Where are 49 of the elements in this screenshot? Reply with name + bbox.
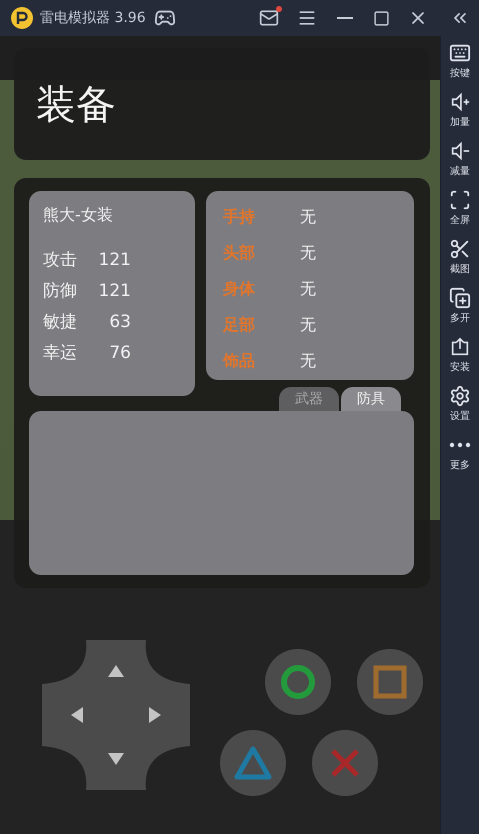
stat-label: 攻击 xyxy=(43,249,78,271)
copy-plus-icon xyxy=(449,287,471,309)
stat-value: 121 xyxy=(98,280,131,300)
sidebar-button[interactable]: 安装 xyxy=(441,336,479,374)
circle-icon xyxy=(279,663,317,701)
sidebar-button[interactable]: 按键 xyxy=(441,42,479,80)
slot-label: 身体 xyxy=(223,279,256,300)
slot-label: 饰品 xyxy=(223,351,256,372)
sidebar-button[interactable]: 更多 xyxy=(441,434,479,472)
scissors-icon xyxy=(449,238,471,260)
stat-label: 敏捷 xyxy=(43,311,78,333)
triangle-icon xyxy=(233,745,273,781)
slot-label: 足部 xyxy=(223,315,256,336)
sidebar-button[interactable]: 多开 xyxy=(441,287,479,325)
character-name: 熊大-女装 xyxy=(43,205,113,226)
sidebar-button[interactable]: 设置 xyxy=(441,385,479,423)
settings-icon xyxy=(449,385,471,407)
slot-label: 手持 xyxy=(223,206,256,228)
more-icon xyxy=(449,442,471,448)
stat-value: 76 xyxy=(108,342,131,362)
app-logo-icon xyxy=(10,6,34,30)
keyboard-icon xyxy=(449,42,471,64)
mail-icon xyxy=(259,8,279,28)
screen-title: 装备 xyxy=(36,80,116,130)
slot-value: 无 xyxy=(300,315,316,336)
slot-value: 无 xyxy=(300,279,316,300)
sidebar-button[interactable]: 截图 xyxy=(441,238,479,276)
mail-button[interactable] xyxy=(259,8,279,28)
stat-label: 防御 xyxy=(43,280,78,302)
minimize-icon xyxy=(337,16,353,20)
square-icon xyxy=(373,665,407,699)
volume-down-icon xyxy=(449,140,471,162)
minimize-button[interactable] xyxy=(335,16,355,20)
stat-label: 幸运 xyxy=(43,342,78,364)
slot-value: 无 xyxy=(300,351,316,372)
stat-value: 121 xyxy=(98,250,131,270)
sidebar-button[interactable]: 全屏 xyxy=(441,189,479,227)
slot-label: 头部 xyxy=(223,242,256,264)
slot-value: 无 xyxy=(300,242,316,264)
maximize-icon xyxy=(373,10,390,26)
fullscreen-icon xyxy=(449,189,471,211)
sidebar-button[interactable]: 减量 xyxy=(441,140,479,178)
sidebar-button[interactable]: 加量 xyxy=(441,91,479,129)
stat-value: 63 xyxy=(108,312,131,332)
install-icon xyxy=(449,336,471,358)
slot-value: 无 xyxy=(300,206,316,228)
maximize-button[interactable] xyxy=(373,10,390,26)
volume-up-icon xyxy=(449,91,471,113)
app-title: 雷电模拟器 3.96 xyxy=(40,9,146,27)
